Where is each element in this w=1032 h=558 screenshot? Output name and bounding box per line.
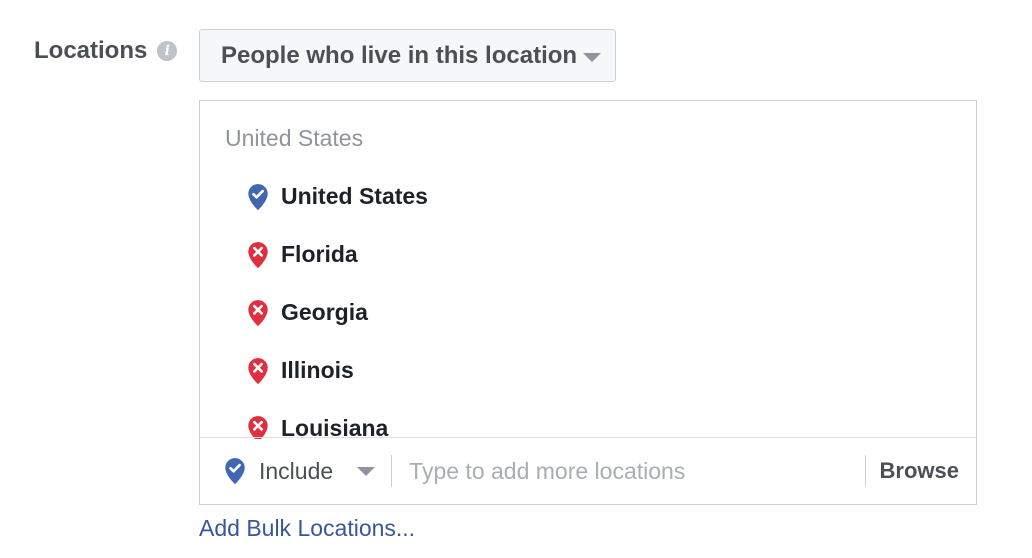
- include-label: Include: [259, 457, 334, 484]
- include-exclude-dropdown[interactable]: Include: [224, 451, 376, 491]
- divider: [864, 455, 866, 487]
- divider: [391, 455, 393, 487]
- add-bulk-locations-link[interactable]: Add Bulk Locations...: [199, 515, 415, 542]
- location-name: Florida: [281, 241, 358, 267]
- location-name: Georgia: [281, 299, 368, 325]
- location-selector: United States United States Florida Georgi…: [199, 100, 977, 505]
- location-name: Illinois: [281, 357, 354, 383]
- browse-button[interactable]: Browse: [880, 458, 959, 484]
- location-item[interactable]: Florida: [247, 239, 428, 297]
- location-item[interactable]: Georgia: [247, 297, 428, 355]
- location-name: United States: [281, 183, 428, 209]
- location-item[interactable]: Louisiana: [247, 413, 428, 439]
- targeting-type-dropdown[interactable]: People who live in this location: [199, 29, 616, 82]
- location-pin-x-icon[interactable]: [247, 357, 269, 385]
- location-pin-x-icon[interactable]: [247, 299, 269, 327]
- selected-locations-list[interactable]: United States United States Florida Georgi…: [200, 101, 976, 439]
- location-input-row: Include Browse: [200, 437, 976, 504]
- location-items: United States Florida Georgia Illinois Louis…: [247, 181, 428, 439]
- location-item[interactable]: United States: [247, 181, 428, 239]
- location-name: Louisiana: [281, 415, 389, 439]
- location-pin-check-icon[interactable]: [247, 183, 269, 211]
- location-item[interactable]: Illinois: [247, 355, 428, 413]
- location-search-input[interactable]: [409, 451, 865, 491]
- locations-label-text: Locations: [34, 37, 148, 64]
- chevron-down-icon: [357, 466, 376, 476]
- location-pin-x-icon[interactable]: [247, 241, 269, 269]
- location-group-header: United States: [225, 125, 364, 151]
- targeting-type-selected: People who live in this location: [221, 41, 578, 69]
- locations-label: Locations i: [34, 37, 178, 65]
- location-pin-check-icon: [225, 458, 245, 485]
- chevron-down-icon: [583, 53, 601, 62]
- location-pin-x-icon[interactable]: [247, 415, 269, 439]
- info-icon[interactable]: i: [157, 41, 178, 61]
